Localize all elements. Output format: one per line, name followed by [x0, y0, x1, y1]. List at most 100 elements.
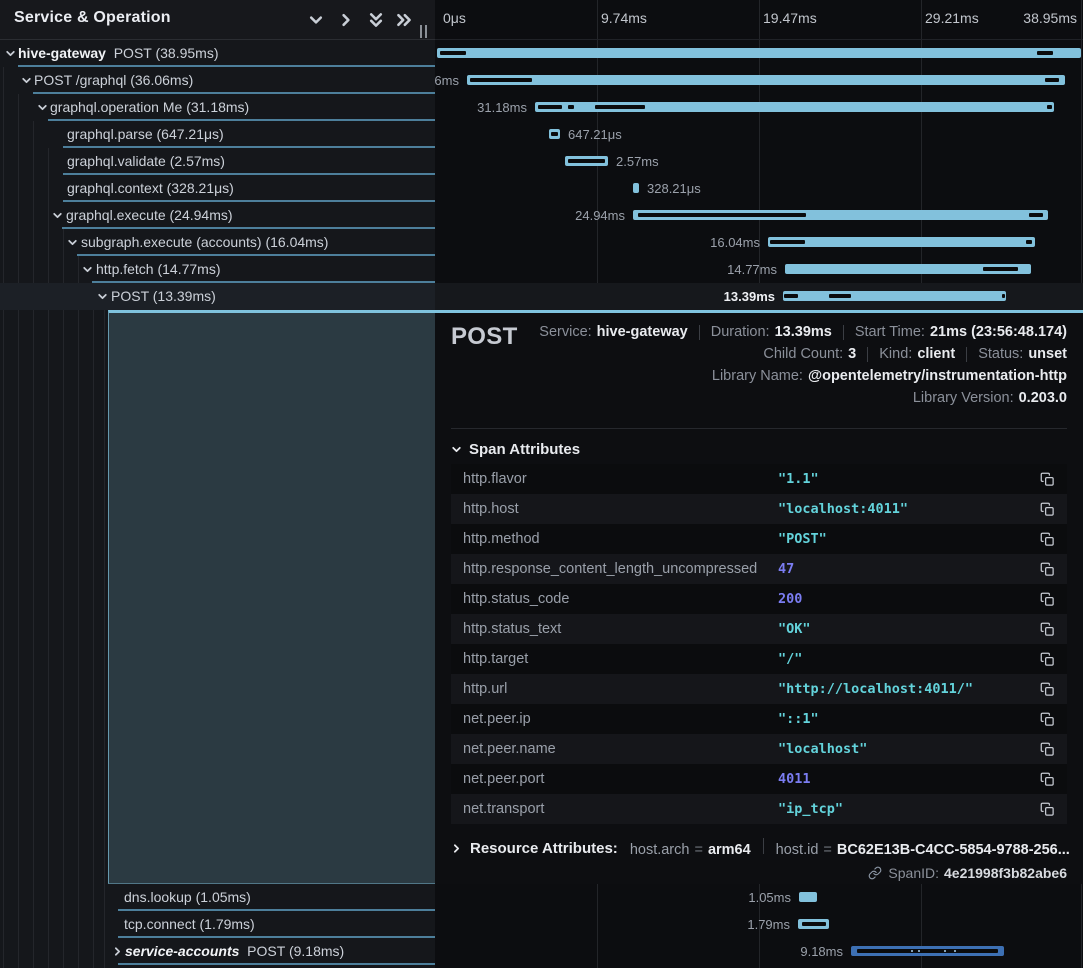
copy-icon[interactable] — [1040, 592, 1055, 607]
tree-row-tcp-connect[interactable]: tcp.connect (1.79ms) — [0, 911, 435, 938]
span-bar-graphql-operation-me[interactable] — [535, 102, 1054, 112]
copy-icon[interactable] — [1040, 802, 1055, 817]
chevron-down-icon — [451, 444, 462, 455]
chevron-down-icon[interactable] — [5, 48, 16, 59]
span-label: service-accounts POST (9.18ms) — [125, 943, 344, 959]
tree-row-service-accounts-post[interactable]: service-accounts POST (9.18ms) — [0, 938, 435, 965]
tree-row-graphql-context[interactable]: graphql.context (328.21μs) — [0, 175, 435, 202]
chevron-down-icon[interactable] — [21, 75, 32, 86]
copy-icon[interactable] — [1040, 742, 1055, 757]
attribute-value: "1.1" — [778, 471, 819, 487]
timeline-row-post-selected: 13.39ms — [435, 283, 1083, 310]
timeline-row-tcp-connect: 1.79ms — [435, 911, 1083, 938]
span-detail-panel: POST Service:hive-gatewayDuration:13.39m… — [435, 310, 1083, 884]
span-bar-subgraph-execute-accounts[interactable] — [768, 237, 1035, 247]
timeline-row-graphql-validate: 2.57ms — [435, 148, 1083, 175]
span-bar-http-fetch[interactable] — [785, 264, 1031, 274]
tree-row-hive-gateway-post[interactable]: hive-gateway POST (38.95ms) — [0, 40, 435, 67]
meta-label: Status: — [978, 346, 1023, 362]
meta-value: @opentelemetry/instrumentation-http — [808, 368, 1067, 384]
span-bar-graphql-context[interactable] — [633, 183, 639, 193]
copy-icon[interactable] — [1040, 682, 1055, 697]
meta-label: Duration: — [711, 324, 770, 340]
meta-value: hive-gateway — [597, 324, 688, 340]
tree-row-graphql-execute[interactable]: graphql.execute (24.94ms) — [0, 202, 435, 229]
span-label: graphql.context (328.21μs) — [67, 180, 234, 196]
collapse-all-double-chevron-down-icon[interactable] — [368, 12, 384, 28]
span-attributes-title: Span Attributes — [469, 441, 580, 458]
duration-label: 36.06ms — [435, 73, 459, 88]
copy-icon[interactable] — [1040, 562, 1055, 577]
copy-icon[interactable] — [1040, 502, 1055, 517]
resource-attributes-section-toggle[interactable]: Resource Attributes: host.arch=arm64host… — [451, 838, 1070, 859]
copy-icon[interactable] — [1040, 532, 1055, 547]
event-dot — [918, 950, 920, 952]
chevron-right-icon[interactable] — [112, 946, 123, 957]
equals-sign: = — [694, 842, 702, 858]
span-bar-dns-lookup[interactable] — [799, 892, 817, 902]
chevron-down-icon[interactable] — [37, 102, 48, 113]
service-operation-panel: hive-gateway POST (38.95ms)POST /graphql… — [0, 0, 435, 968]
tree-row-dns-lookup[interactable]: dns.lookup (1.05ms) — [0, 884, 435, 911]
copy-icon[interactable] — [1040, 712, 1055, 727]
span-bar-post-selected[interactable] — [783, 291, 1006, 301]
copy-icon[interactable] — [1040, 622, 1055, 637]
attribute-value: "/" — [778, 651, 802, 667]
span-label: subgraph.execute (accounts) (16.04ms) — [81, 234, 328, 250]
tree-row-graphql-parse[interactable]: graphql.parse (647.21μs) — [0, 121, 435, 148]
time-tick-label: 19.47ms — [763, 10, 817, 26]
timeline-row-graphql-parse: 647.21μs — [435, 121, 1083, 148]
span-attributes-section-toggle[interactable]: Span Attributes — [451, 441, 580, 458]
span-label: graphql.execute (24.94ms) — [66, 207, 233, 223]
link-icon[interactable] — [868, 866, 882, 880]
span-bar-graphql-execute[interactable] — [633, 210, 1048, 220]
span-bar-graphql-validate[interactable] — [565, 156, 608, 166]
duration-label: 2.57ms — [616, 154, 659, 169]
span-bar-tcp-connect[interactable] — [798, 919, 829, 929]
meta-value: 0.203.0 — [1019, 390, 1067, 406]
attribute-row-http.flavor: http.flavor "1.1" — [451, 464, 1067, 494]
chevron-down-icon[interactable] — [97, 291, 108, 302]
child-span-mark — [802, 922, 826, 926]
attribute-key: http.status_text — [463, 621, 561, 637]
span-bar-hive-gateway-post[interactable] — [437, 48, 1081, 58]
copy-icon[interactable] — [1040, 772, 1055, 787]
collapse-one-chevron-down-icon[interactable] — [308, 12, 324, 28]
attribute-value: 47 — [778, 561, 794, 577]
attribute-key: http.flavor — [463, 471, 527, 487]
tree-row-subgraph-execute-accounts[interactable]: subgraph.execute (accounts) (16.04ms) — [0, 229, 435, 256]
service-operation-header: Service & Operation — [0, 0, 435, 40]
chevron-down-icon[interactable] — [82, 264, 93, 275]
meta-label: Start Time: — [855, 324, 925, 340]
attribute-value: "localhost" — [778, 741, 867, 757]
expand-one-chevron-right-icon[interactable] — [338, 12, 354, 28]
child-span-mark — [538, 105, 562, 109]
tree-row-post-selected[interactable]: POST (13.39ms) — [0, 283, 435, 310]
duration-label: 9.18ms — [800, 944, 843, 959]
span-bar-graphql-parse[interactable] — [549, 129, 560, 139]
chevron-down-icon[interactable] — [67, 237, 78, 248]
child-span-mark — [829, 294, 851, 298]
selected-span-detail-region — [108, 310, 435, 884]
panel-resize-handle[interactable] — [420, 25, 429, 38]
tree-row-graphql-validate[interactable]: graphql.validate (2.57ms) — [0, 148, 435, 175]
duration-label: 31.18ms — [477, 100, 527, 115]
span-bar-post-graphql[interactable] — [467, 75, 1065, 85]
attribute-key: http.url — [463, 681, 507, 697]
resource-separator — [763, 838, 764, 854]
meta-value: 21ms (23:56:48.174) — [930, 324, 1067, 340]
attribute-key: net.peer.port — [463, 771, 544, 787]
attribute-row-http.method: http.method"POST" — [451, 524, 1067, 554]
tree-row-http-fetch[interactable]: http.fetch (14.77ms) — [0, 256, 435, 283]
chevron-down-icon[interactable] — [52, 210, 63, 221]
tree-row-post-graphql[interactable]: POST /graphql (36.06ms) — [0, 67, 435, 94]
span-id-row: SpanID: 4e21998f3b82abe6 — [868, 865, 1067, 881]
expand-all-double-chevron-right-icon[interactable] — [396, 12, 412, 28]
copy-icon[interactable] — [1040, 472, 1055, 487]
attribute-row-net.peer.name: net.peer.name"localhost" — [451, 734, 1067, 764]
tree-row-graphql-operation-me[interactable]: graphql.operation Me (31.18ms) — [0, 94, 435, 121]
attribute-value: "POST" — [778, 531, 827, 547]
indent-guide — [78, 256, 79, 968]
copy-icon[interactable] — [1040, 652, 1055, 667]
span-bar-service-accounts-post[interactable] — [851, 946, 1004, 956]
